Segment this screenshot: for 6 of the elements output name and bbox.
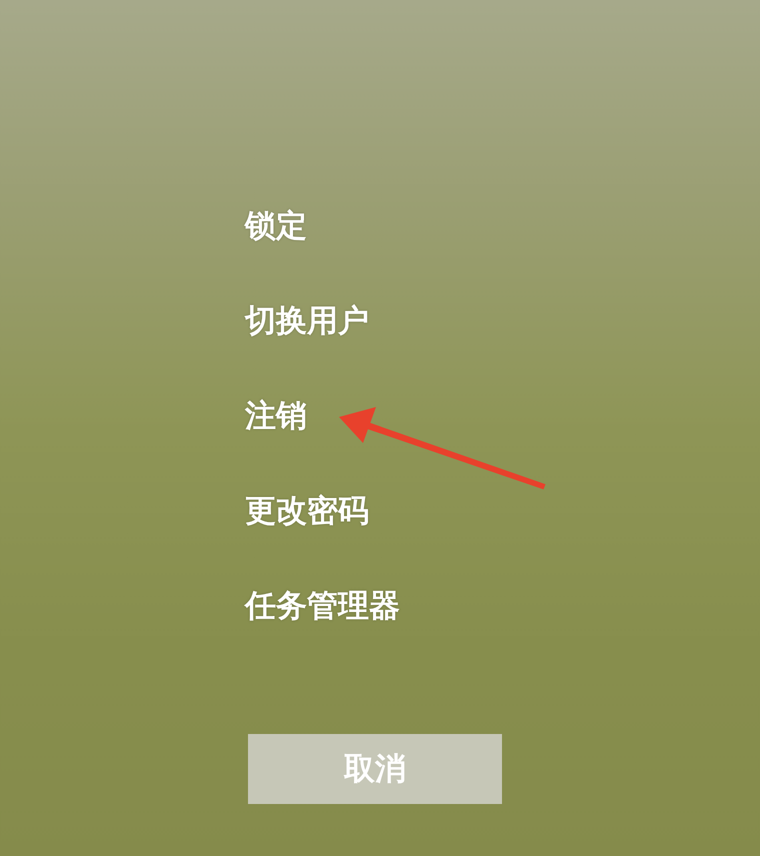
menu-item[interactable]: 注销 [245, 397, 307, 435]
menu-item[interactable]: 任务管理器 [245, 587, 400, 625]
menu-item[interactable]: 锁定 [245, 207, 307, 245]
cancel-button[interactable]: 取消 [248, 734, 502, 804]
menu-item[interactable]: 切换用户 [245, 302, 369, 340]
menu-item[interactable]: 更改密码 [245, 492, 369, 530]
